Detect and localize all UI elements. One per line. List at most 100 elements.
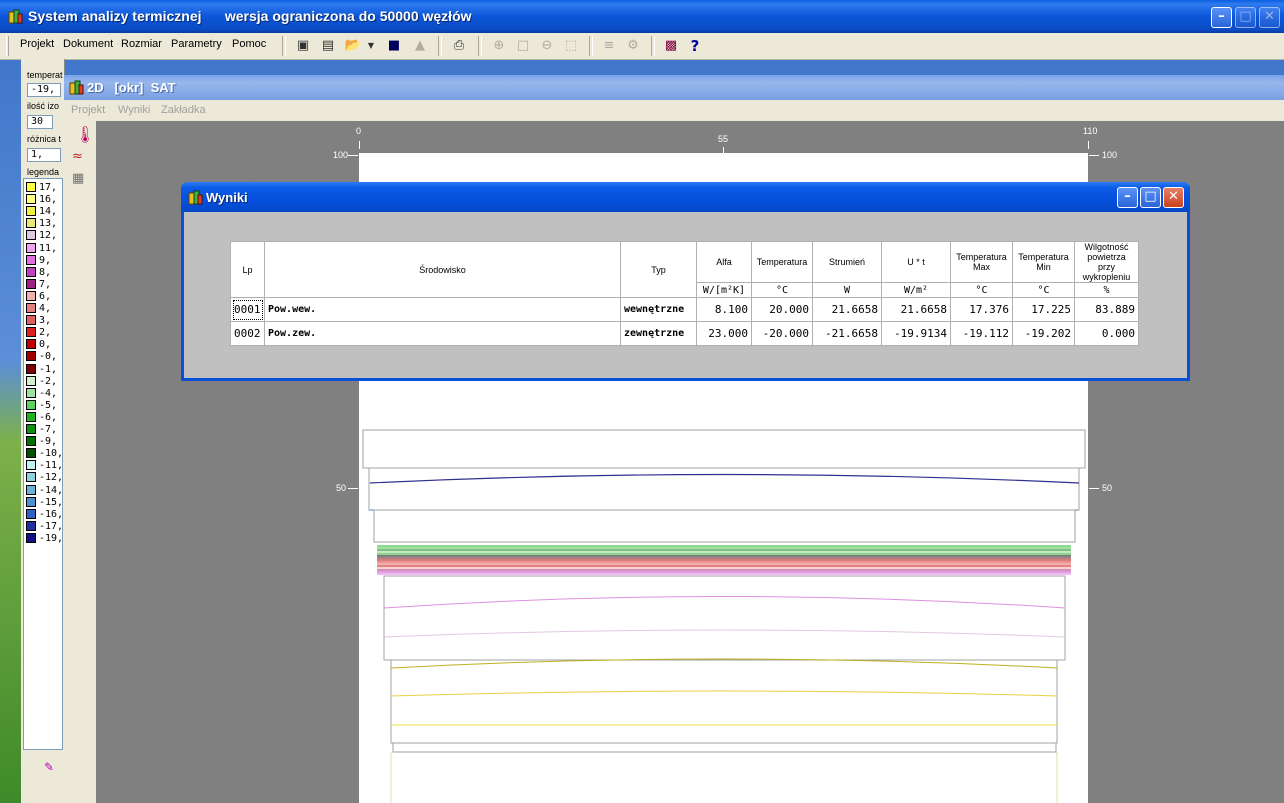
menu-pomoc[interactable]: Pomoc [232, 38, 266, 50]
legend-value: -7, [39, 424, 58, 435]
header-temp-max: Temperatura Max [950, 241, 1013, 283]
zoom-out-icon[interactable]: ⊖ [537, 36, 557, 56]
legend-value: -6, [39, 411, 58, 423]
unit-alfa: W/[m²K] [696, 282, 752, 298]
child-menu-wyniki[interactable]: Wyniki [118, 104, 150, 116]
header-type: Typ [620, 241, 697, 298]
cell-lp[interactable]: 0002 [230, 321, 265, 346]
child-menu-zakladka[interactable]: Zakładka [161, 104, 206, 116]
legend-swatch [26, 399, 36, 410]
legend-swatch [26, 290, 36, 301]
zoom-fit-icon[interactable]: ⬚ [561, 36, 581, 56]
legend-item: 12, [26, 230, 57, 242]
app-icon [8, 9, 23, 24]
cell-alfa[interactable]: 8.100 [696, 297, 752, 322]
unit-temperature: °C [751, 282, 813, 298]
cell-alfa[interactable]: 23.000 [696, 321, 752, 346]
toolbar-separator [478, 36, 482, 56]
dialog-minimize-button[interactable]: – [1117, 187, 1138, 208]
child-window-titlebar[interactable]: 2D [okr] SAT [64, 75, 1284, 100]
legend-item: -9, [26, 436, 57, 448]
cell-flux[interactable]: 21.6658 [812, 297, 882, 322]
isolines-icon[interactable]: ≈ [72, 149, 83, 164]
table-row[interactable]: 0002 Pow.zew. zewnętrzne 23.000 -20.000 … [230, 321, 1139, 346]
legend-value: 12, [39, 230, 58, 242]
book-icon[interactable]: ▩ [661, 36, 681, 56]
legend-swatch [26, 206, 36, 217]
zoom-window-icon[interactable]: □ [513, 36, 533, 56]
isoline [390, 690, 1058, 697]
legend-value: -1, [39, 363, 58, 375]
unit-flux: W [812, 282, 882, 298]
legend-swatch [26, 242, 36, 253]
maximize-button[interactable]: □ [1235, 7, 1256, 28]
legend-item: -16, [26, 508, 62, 521]
legend-swatch [26, 472, 36, 483]
dialog-close-button[interactable]: ✕ [1163, 187, 1184, 208]
legend-swatch [26, 520, 36, 531]
cell-temperature[interactable]: -20.000 [751, 321, 813, 346]
main-window-subtitle: wersja ograniczona do 50000 węzłów [224, 8, 472, 24]
help-icon[interactable]: ? [685, 36, 705, 56]
close-button[interactable]: ✕ [1259, 7, 1280, 28]
cell-humidity[interactable]: 0.000 [1074, 321, 1139, 346]
legend-swatch [26, 327, 36, 338]
legend-value: -14, [39, 484, 63, 496]
settings-icon[interactable]: ⚙ [623, 36, 643, 56]
child-menu-projekt[interactable]: Projekt [71, 104, 105, 116]
cell-ut[interactable]: -19.9134 [881, 321, 951, 346]
cell-environment[interactable]: Pow.zew. [264, 321, 621, 346]
new-3d-icon[interactable]: ▤ [318, 36, 338, 56]
cell-temp-min[interactable]: -19.202 [1012, 321, 1075, 346]
temperature-field[interactable]: -19, [27, 83, 61, 97]
cell-lp[interactable]: 0001 [230, 297, 265, 322]
cell-humidity[interactable]: 83.889 [1074, 297, 1139, 322]
cell-flux[interactable]: -21.6658 [812, 321, 882, 346]
grid-icon[interactable]: ▦ [72, 171, 84, 186]
menu-projekt[interactable]: Projekt [20, 38, 54, 50]
legend-list: 17, 16, 14, 13, 12, 11, 9, 8, 7, 6, 4, 3, 2, 0, -0, -1,… [23, 178, 63, 750]
cell-temp-min[interactable]: 17.225 [1012, 297, 1075, 322]
isotherm-count-field[interactable]: 30 [27, 115, 53, 129]
legend-value: 3, [39, 315, 52, 327]
cell-environment[interactable]: Pow.wew. [264, 297, 621, 322]
main-titlebar[interactable]: System analizy termicznej wersja ogranic… [0, 0, 1284, 33]
menu-parametry[interactable]: Parametry [171, 38, 222, 50]
chevron-down-icon[interactable]: ▼ [365, 36, 377, 56]
export-icon[interactable]: ▲ [410, 36, 430, 56]
child-window-title: 2D [okr] SAT [87, 80, 176, 95]
cell-temp-max[interactable]: -19.112 [950, 321, 1013, 346]
legend-value: 9, [39, 254, 52, 266]
table-row[interactable]: 0001 Pow.wew. wewnętrzne 8.100 20.000 21… [230, 297, 1139, 322]
new-2d-icon[interactable]: ▣ [293, 36, 313, 56]
draw-icon[interactable]: ✎ [44, 760, 54, 774]
menu-rozmiar[interactable]: Rozmiar [121, 38, 162, 50]
legend-swatch [26, 436, 36, 447]
open-folder-icon[interactable]: 📂 [343, 36, 363, 56]
print-icon[interactable]: ⎙ [449, 36, 469, 56]
legend-item: -11, [26, 460, 62, 472]
cell-type[interactable]: wewnętrzne [620, 297, 697, 322]
legend-item: 9, [26, 254, 52, 267]
zoom-in-icon[interactable]: ⊕ [489, 36, 509, 56]
save-icon[interactable]: ■ [384, 36, 404, 56]
legend-value: 7, [39, 278, 52, 290]
legend-item: 8, [26, 266, 51, 279]
list-icon[interactable]: ≡ [599, 36, 619, 56]
legend-item: 0, [26, 339, 51, 351]
legend-swatch [26, 448, 36, 459]
ruler-tick [1089, 155, 1099, 156]
toolbar-separator [651, 36, 655, 56]
dialog-maximize-button[interactable]: □ [1140, 187, 1161, 208]
cell-temp-max[interactable]: 17.376 [950, 297, 1013, 322]
cell-ut[interactable]: 21.6658 [881, 297, 951, 322]
temperature-label: temperat [27, 70, 63, 80]
thermometer-icon[interactable]: 🌡 [75, 125, 95, 144]
cell-type[interactable]: zewnętrzne [620, 321, 697, 346]
results-dialog-titlebar[interactable]: Wyniki – □ ✕ [181, 182, 1190, 212]
minimize-button[interactable]: – [1211, 7, 1232, 28]
cell-temperature[interactable]: 20.000 [751, 297, 813, 322]
legend-item: -19, [26, 532, 62, 545]
temperature-diff-field[interactable]: 1, [27, 148, 61, 162]
menu-dokument[interactable]: Dokument [63, 38, 113, 50]
